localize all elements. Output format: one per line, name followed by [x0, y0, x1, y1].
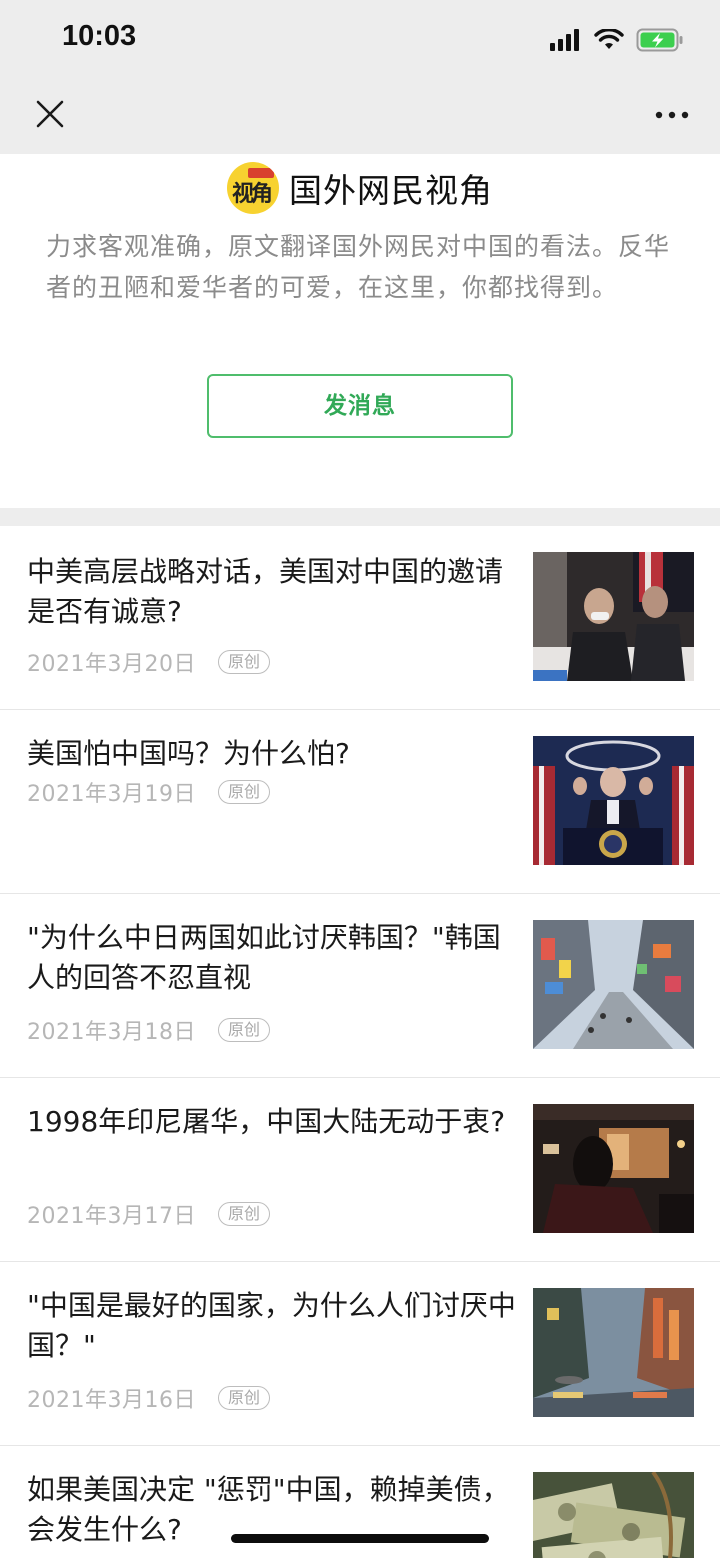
- section-divider: [0, 508, 720, 526]
- signal-icon: [550, 29, 579, 51]
- thumbnail-image: [533, 1288, 694, 1417]
- battery-charging-icon: [636, 28, 683, 52]
- account-name[interactable]: 国外网民视角: [289, 164, 493, 212]
- article-item[interactable]: 1998年印尼屠华，中国大陆无动于衷? 2021年3月17日 原创: [0, 1078, 720, 1262]
- article-thumbnail[interactable]: [533, 552, 694, 681]
- close-icon: [36, 100, 64, 128]
- article-meta: 2021年3月16日 原创: [27, 1382, 270, 1414]
- thumbnail-image: [533, 552, 694, 681]
- original-badge: 原创: [217, 780, 270, 804]
- article-item[interactable]: 美国怕中国吗？为什么怕? 2021年3月19日 原创: [0, 710, 720, 894]
- original-badge: 原创: [217, 650, 270, 674]
- article-meta: 2021年3月18日 原创: [27, 1014, 270, 1046]
- status-icons: [550, 24, 684, 56]
- article-thumbnail[interactable]: [533, 1472, 694, 1558]
- thumbnail-image: [533, 1104, 694, 1233]
- article-title[interactable]: "为什么中日两国如此讨厌韩国？"韩国人的回答不忍直视: [27, 918, 517, 998]
- article-thumbnail[interactable]: [533, 1288, 694, 1417]
- wifi-icon: [594, 29, 624, 49]
- article-item[interactable]: "为什么中日两国如此讨厌韩国？"韩国人的回答不忍直视 2021年3月18日 原创: [0, 894, 720, 1078]
- article-date: 2021年3月17日: [27, 1204, 196, 1229]
- thumbnail-image: [533, 920, 694, 1049]
- article-thumbnail[interactable]: [533, 920, 694, 1049]
- article-meta: 2021年3月20日 原创: [27, 646, 270, 678]
- article-item[interactable]: 中美高层战略对话，美国对中国的邀请是否有诚意? 2021年3月20日 原创: [0, 526, 720, 710]
- article-thumbnail[interactable]: [533, 736, 694, 865]
- article-thumbnail[interactable]: [533, 1104, 694, 1233]
- article-title[interactable]: 1998年印尼屠华，中国大陆无动于衷?: [27, 1102, 517, 1142]
- account-header: 视角 国外网民视角: [0, 160, 720, 216]
- article-meta: 2021年3月17日 原创: [27, 1198, 270, 1230]
- article-item[interactable]: "中国是最好的国家，为什么人们讨厌中国？" 2021年3月16日 原创: [0, 1262, 720, 1446]
- article-list: 中美高层战略对话，美国对中国的邀请是否有诚意? 2021年3月20日 原创 美国…: [0, 526, 720, 1558]
- article-title[interactable]: 中美高层战略对话，美国对中国的邀请是否有诚意?: [27, 552, 517, 632]
- original-badge: 原创: [217, 1386, 270, 1410]
- more-icon: [655, 111, 689, 119]
- close-button[interactable]: [30, 94, 70, 134]
- account-logo[interactable]: 视角: [227, 162, 279, 214]
- more-button[interactable]: [654, 100, 690, 130]
- original-badge: 原创: [217, 1018, 270, 1042]
- send-message-button[interactable]: 发消息: [207, 374, 513, 438]
- article-date: 2021年3月16日: [27, 1388, 196, 1413]
- logo-text: 视角: [232, 181, 273, 207]
- article-title[interactable]: "中国是最好的国家，为什么人们讨厌中国？": [27, 1286, 517, 1366]
- article-title[interactable]: 美国怕中国吗？为什么怕?: [27, 734, 517, 774]
- status-bar: 10:03: [0, 0, 720, 78]
- article-meta: 2021年3月19日 原创: [27, 776, 270, 808]
- article-date: 2021年3月18日: [27, 1020, 196, 1045]
- article-date: 2021年3月20日: [27, 652, 196, 677]
- article-date: 2021年3月19日: [27, 782, 196, 807]
- nav-bar: [0, 78, 720, 154]
- home-indicator[interactable]: [231, 1534, 489, 1543]
- account-profile: 视角 国外网民视角 力求客观准确，原文翻译国外网民对中国的看法。反华者的丑陋和爱…: [0, 154, 720, 508]
- thumbnail-image: [533, 736, 694, 865]
- original-badge: 原创: [217, 1202, 270, 1226]
- account-description: 力求客观准确，原文翻译国外网民对中国的看法。反华者的丑陋和爱华者的可爱，在这里，…: [46, 232, 671, 302]
- thumbnail-image: [533, 1472, 694, 1558]
- status-time: 10:03: [62, 20, 137, 52]
